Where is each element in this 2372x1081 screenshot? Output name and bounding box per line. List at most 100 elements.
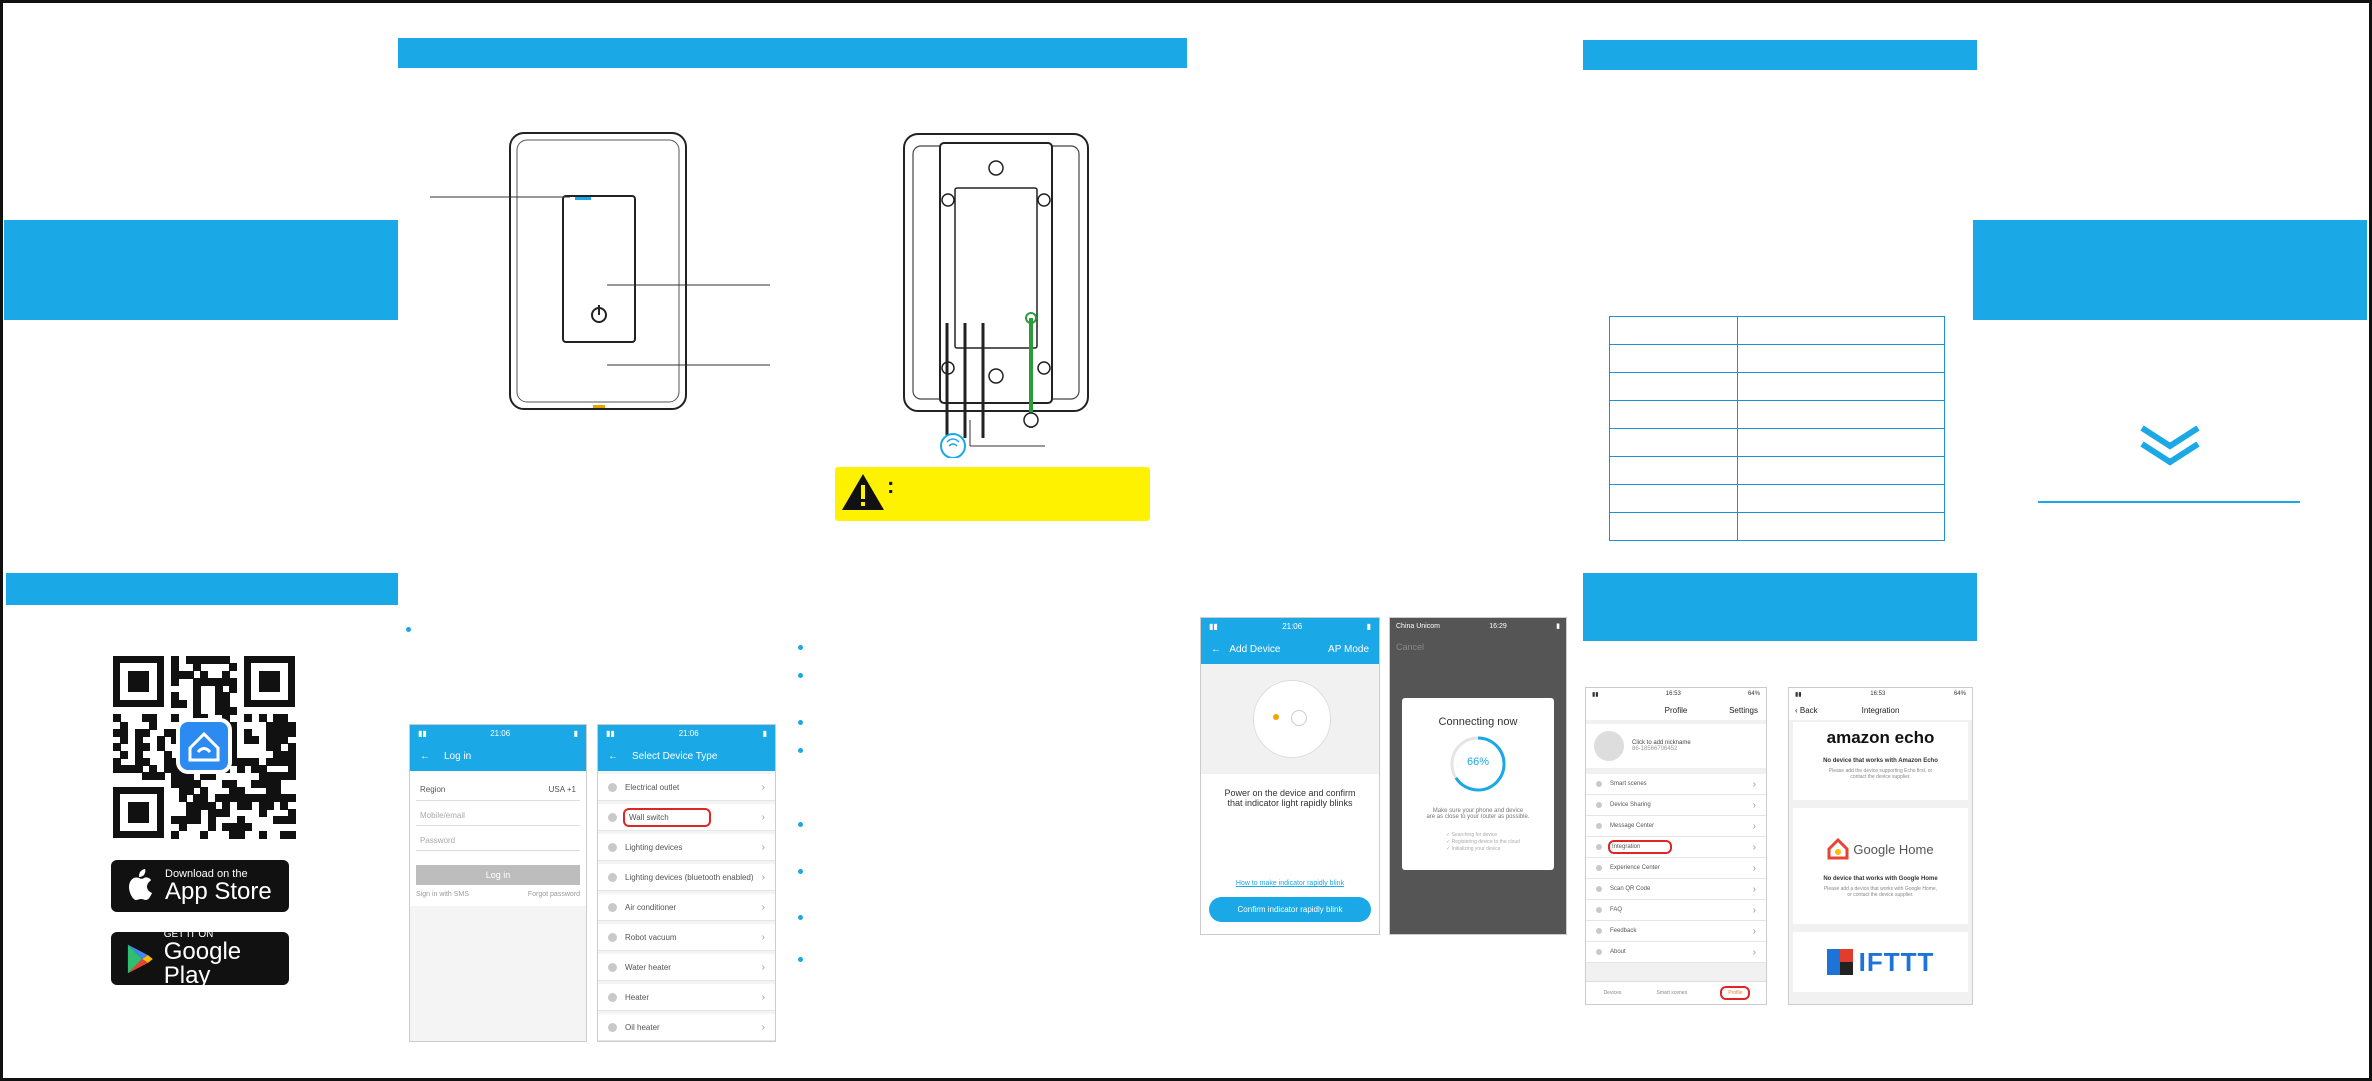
back-arrow-icon[interactable]: ← bbox=[608, 751, 618, 762]
profile-menu: Smart scenes › Device Sharing › Message Cent… bbox=[1586, 774, 1766, 963]
spec-key-cell bbox=[1609, 512, 1738, 541]
profile-screen: ▮▮ 16:53 64% Profile Settings Click to add… bbox=[1585, 687, 1767, 1005]
menu-item-label: Feedback bbox=[1610, 928, 1637, 934]
menu-item-icon bbox=[1596, 802, 1602, 808]
device-type-label: Lighting devices (bluetooth enabled) bbox=[625, 872, 754, 882]
device-type-item[interactable]: Heater › bbox=[598, 984, 775, 1011]
app-store-badge[interactable]: Download on the App Store bbox=[111, 860, 289, 912]
amazon-card[interactable]: amazon echo No device that works with Am… bbox=[1793, 722, 1968, 800]
spec-value-cell bbox=[1737, 344, 1945, 373]
forgot-password-link[interactable]: Forgot password bbox=[528, 891, 580, 898]
google-home-card[interactable]: Google Home No device that works with Go… bbox=[1793, 808, 1968, 924]
device-type-item[interactable]: Air conditioner › bbox=[598, 894, 775, 921]
spec-table-row bbox=[1609, 484, 1945, 513]
password-input[interactable]: Password bbox=[416, 826, 580, 851]
connecting-screen: China Unicom 16:29 ▮ Cancel Connecting n… bbox=[1389, 617, 1567, 935]
device-type-label: Robot vacuum bbox=[625, 932, 677, 942]
device-type-icon bbox=[608, 902, 617, 912]
device-type-screen: ▮▮ 21:06 ▮ ← Select Device Type Electrical … bbox=[597, 724, 776, 1042]
spec-key-cell bbox=[1609, 400, 1738, 429]
menu-item-label: Experience Center bbox=[1610, 865, 1660, 871]
chevron-right-icon: › bbox=[761, 871, 765, 883]
region-select[interactable]: Region USA +1 bbox=[416, 779, 580, 801]
google-play-icon bbox=[127, 944, 153, 973]
profile-header[interactable]: Click to add nickname 86-18566706452 bbox=[1586, 724, 1766, 768]
tab-smart-scenes[interactable]: Smart scenes bbox=[1657, 990, 1688, 996]
connecting-step-3: ✓ Initializing your device bbox=[1446, 846, 1501, 852]
bullet-dot bbox=[798, 915, 803, 920]
spec-table bbox=[1609, 316, 1945, 541]
bullet-dot bbox=[406, 627, 411, 632]
profile-menu-item[interactable]: Scan QR Code › bbox=[1586, 879, 1766, 900]
chevron-right-icon: › bbox=[1752, 778, 1756, 790]
device-type-item[interactable]: Oil heater › bbox=[598, 1014, 775, 1041]
spec-table-row bbox=[1609, 400, 1945, 429]
spec-key-cell bbox=[1609, 456, 1738, 485]
login-button[interactable]: Log in bbox=[416, 865, 580, 885]
google-play-badge-bottom: Google Play bbox=[163, 938, 242, 989]
back-link[interactable]: ‹ Back bbox=[1795, 706, 1818, 715]
chevron-right-icon: › bbox=[761, 811, 765, 823]
chevron-right-icon: › bbox=[761, 991, 765, 1003]
profile-menu-item[interactable]: Message Center › bbox=[1586, 816, 1766, 837]
confirm-blink-button[interactable]: Confirm indicator rapidly blink bbox=[1209, 897, 1371, 922]
menu-item-label: Scan QR Code bbox=[1610, 886, 1651, 892]
cancel-link[interactable]: Cancel bbox=[1390, 634, 1566, 660]
spec-value-cell bbox=[1737, 484, 1945, 513]
profile-menu-item[interactable]: FAQ › bbox=[1586, 900, 1766, 921]
profile-menu-item[interactable]: Device Sharing › bbox=[1586, 795, 1766, 816]
device-type-icon bbox=[608, 842, 617, 852]
chevron-right-icon: › bbox=[1752, 841, 1756, 853]
back-arrow-icon[interactable]: ← bbox=[420, 751, 430, 762]
sms-login-link[interactable]: Sign in with SMS bbox=[416, 891, 469, 898]
device-type-item[interactable]: Water heater › bbox=[598, 954, 775, 981]
menu-item-label: About bbox=[1610, 949, 1626, 955]
blink-help-link[interactable]: How to make indicator rapidly blink bbox=[1201, 880, 1379, 887]
device-type-item[interactable]: Wall switch › bbox=[598, 804, 775, 831]
bottom-tab-bar: Devices Smart scenes Profile bbox=[1586, 981, 1766, 1004]
profile-menu-item[interactable]: Experience Center › bbox=[1586, 858, 1766, 879]
spec-value-cell bbox=[1737, 400, 1945, 429]
google-home-logo: Google Home bbox=[1853, 841, 1934, 857]
menu-item-icon bbox=[1596, 886, 1602, 892]
spec-value-cell bbox=[1737, 512, 1945, 541]
bullet-dot bbox=[798, 822, 803, 827]
chevron-right-icon: › bbox=[761, 781, 765, 793]
menu-item-label: Integration bbox=[1607, 840, 1673, 854]
device-type-item[interactable]: Electrical outlet › bbox=[598, 774, 775, 801]
profile-menu-item[interactable]: Feedback › bbox=[1586, 921, 1766, 942]
section-bar-top-middle bbox=[398, 38, 1187, 68]
double-chevron-down-icon bbox=[2140, 425, 2200, 466]
account-input[interactable]: Mobile/email bbox=[416, 801, 580, 826]
device-type-label: Heater bbox=[625, 992, 650, 1002]
device-type-label: Lighting devices bbox=[625, 842, 683, 852]
spec-table-row bbox=[1609, 428, 1945, 457]
device-type-label: Electrical outlet bbox=[625, 782, 680, 792]
back-arrow-icon[interactable]: ← bbox=[1211, 644, 1221, 655]
login-title: Log in bbox=[444, 750, 472, 762]
settings-link[interactable]: Settings bbox=[1729, 706, 1758, 715]
bullet-dot bbox=[798, 720, 803, 725]
ifttt-card[interactable]: IFTTT bbox=[1793, 932, 1968, 992]
device-type-item[interactable]: Lighting devices › bbox=[598, 834, 775, 861]
progress-percent: 66% bbox=[1466, 756, 1490, 768]
menu-item-icon bbox=[1596, 823, 1602, 829]
tab-profile[interactable]: Profile bbox=[1720, 986, 1751, 1000]
tab-devices[interactable]: Devices bbox=[1604, 990, 1622, 996]
ap-mode-link[interactable]: AP Mode bbox=[1328, 644, 1369, 655]
carrier: China Unicom bbox=[1396, 622, 1440, 630]
device-type-icon bbox=[608, 1022, 617, 1032]
spec-key-cell bbox=[1609, 428, 1738, 457]
profile-menu-item[interactable]: Integration › bbox=[1586, 837, 1766, 858]
spec-table-row bbox=[1609, 316, 1945, 345]
add-device-instruction-1: Power on the device and confirm bbox=[1224, 788, 1356, 798]
account-number: 86-18566706452 bbox=[1632, 746, 1678, 752]
device-type-item[interactable]: Robot vacuum › bbox=[598, 924, 775, 951]
profile-menu-item[interactable]: About › bbox=[1586, 942, 1766, 963]
profile-menu-item[interactable]: Smart scenes › bbox=[1586, 774, 1766, 795]
google-home-icon bbox=[1827, 838, 1849, 860]
google-play-badge[interactable]: GET IT ON Google Play bbox=[111, 929, 289, 989]
cover-divider bbox=[2038, 501, 2300, 503]
section-bar-download bbox=[6, 573, 398, 605]
device-type-item[interactable]: Lighting devices (bluetooth enabled) › bbox=[598, 864, 775, 891]
